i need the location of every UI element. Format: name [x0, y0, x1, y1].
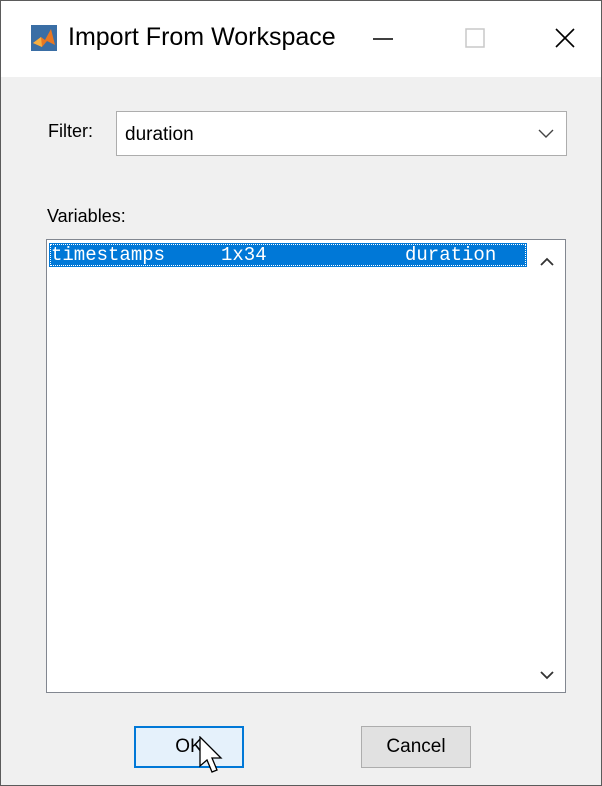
variable-class: duration	[405, 244, 497, 266]
minimize-icon	[373, 38, 393, 40]
list-item[interactable]: timestamps 1x34 duration	[49, 243, 527, 267]
filter-value: duration	[125, 124, 194, 145]
variables-listbox[interactable]: timestamps 1x34 duration	[46, 239, 566, 693]
chevron-down-icon[interactable]	[526, 112, 566, 155]
mouse-pointer-icon	[199, 735, 229, 781]
close-button[interactable]	[535, 13, 595, 63]
vertical-scrollbar[interactable]	[529, 240, 565, 692]
title-bar: Import From Workspace	[1, 1, 601, 77]
dialog-window: Import From Workspace Filter: duration V…	[0, 0, 602, 786]
maximize-icon	[465, 28, 485, 48]
variable-name: timestamps	[51, 244, 166, 266]
window-title: Import From Workspace	[68, 23, 336, 51]
matlab-icon	[31, 25, 57, 51]
variable-size: 1x34	[221, 244, 267, 266]
chevron-up-icon[interactable]	[529, 246, 565, 276]
close-icon	[555, 28, 575, 48]
maximize-button[interactable]	[445, 13, 505, 63]
chevron-down-icon[interactable]	[529, 660, 565, 690]
variables-label: Variables:	[47, 206, 126, 226]
filter-dropdown[interactable]: duration	[116, 111, 567, 156]
minimize-button[interactable]	[353, 13, 413, 63]
cancel-button[interactable]: Cancel	[361, 726, 471, 768]
filter-label: Filter:	[48, 121, 93, 141]
